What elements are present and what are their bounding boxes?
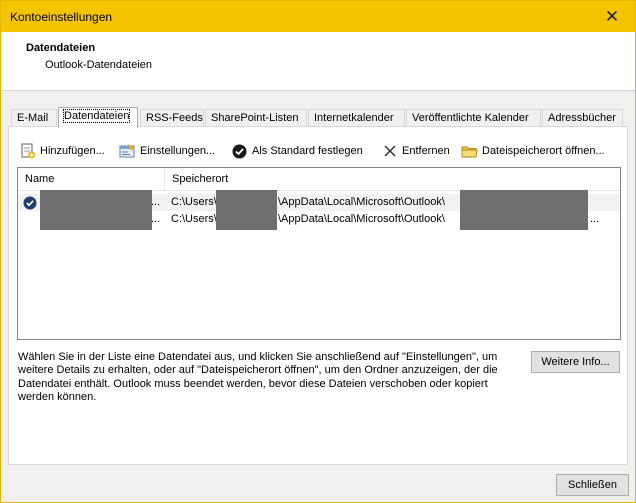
window-title: Kontoeinstellungen [10,9,113,24]
tab-label: SharePoint-Listen [211,112,299,124]
help-text: Wählen Sie in der Liste eine Datendatei … [18,351,498,403]
close-icon[interactable]: ✕ [589,1,635,32]
x-icon [381,143,398,160]
remove-button-label: Entfernen [402,145,450,157]
path-prefix-cell: C:\Users\ [171,196,217,208]
tab-email[interactable]: E-Mail [11,109,57,127]
default-check-icon [23,194,39,211]
redacted-name [40,190,152,230]
settings-button[interactable]: Einstellungen... [119,141,215,161]
path-middle-cell: \AppData\Local\Microsoft\Outlook\ [278,196,445,208]
tab-published-calendars[interactable]: Veröffentlichte Kalender [406,109,541,127]
tab-rss-feeds[interactable]: RSS-Feeds [140,109,204,127]
toolbar: Hinzufügen... Einstellungen... Als Stand… [19,141,624,161]
redacted-filename [460,190,588,230]
redacted-username [216,190,277,230]
data-files-list[interactable]: Name Speicherort ... C:\Users\ \AppData\… [17,167,621,340]
open-location-button-label: Dateispeicherort öffnen... [482,145,605,157]
tab-label: Internetkalender [314,112,394,124]
path-middle-cell: \AppData\Local\Microsoft\Outlook\ [278,213,445,225]
path-prefix-cell: C:\Users\ [171,213,217,225]
tab-label: Veröffentlichte Kalender [412,112,529,124]
tab-label: RSS-Feeds [146,112,203,124]
more-info-button-label: Weitere Info... [541,356,610,368]
dialog-header: Datendateien Outlook-Datendateien [1,32,635,91]
tab-strip: E-Mail Datendateien RSS-Feeds SharePoint… [11,107,623,128]
account-settings-window: Kontoeinstellungen ✕ Datendateien Outloo… [0,0,636,503]
set-default-button[interactable]: Als Standard festlegen [231,141,363,161]
close-button[interactable]: Schließen [556,474,629,496]
folder-icon [461,143,478,160]
tab-data-files[interactable]: Datendateien [58,107,138,128]
datafile-settings-icon [119,143,136,160]
tab-internet-calendars[interactable]: Internetkalender [308,109,405,127]
checkmark-circle-icon [231,143,248,160]
header-subtitle: Outlook-Datendateien [45,59,153,71]
tab-label: Adressbücher [548,112,616,124]
close-button-label: Schließen [568,479,617,491]
column-name[interactable]: Name [18,168,164,190]
settings-button-label: Einstellungen... [140,145,216,157]
open-location-button[interactable]: Dateispeicherort öffnen... [461,141,605,161]
add-button-label: Hinzufügen... [40,145,105,157]
add-datafile-icon [19,143,36,160]
tab-label: E-Mail [17,112,49,124]
more-info-button[interactable]: Weitere Info... [531,351,620,373]
tab-address-books[interactable]: Adressbücher [542,109,623,127]
remove-button[interactable]: Entfernen [381,141,450,161]
set-default-button-label: Als Standard festlegen [252,145,363,157]
name-cell: ... [151,196,161,208]
tab-label: Datendateien [62,109,131,123]
column-location[interactable]: Speicherort [164,168,620,190]
title-bar[interactable]: Kontoeinstellungen ✕ [1,1,635,32]
header-title: Datendateien [26,42,96,54]
data-files-panel: Hinzufügen... Einstellungen... Als Stand… [8,126,628,465]
path-suffix-cell: ... [590,213,600,225]
add-button[interactable]: Hinzufügen... [19,141,105,161]
list-header: Name Speicherort [18,168,620,191]
name-cell: ... [151,213,161,225]
tab-sharepoint-lists[interactable]: SharePoint-Listen [205,109,307,127]
